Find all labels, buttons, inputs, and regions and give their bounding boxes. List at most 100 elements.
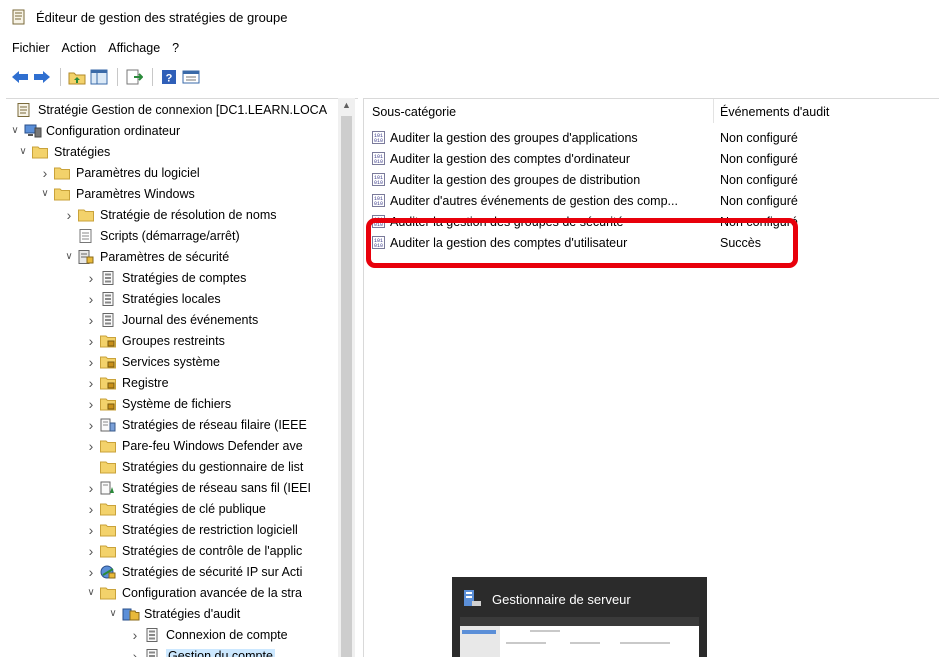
tree-node[interactable]: ∨ Stratégies d'audit xyxy=(106,603,240,624)
help-icon[interactable]: ? xyxy=(159,67,179,87)
tree-node[interactable]: › Système de fichiers xyxy=(84,393,231,414)
tree-node[interactable]: › Stratégies de réseau sans fil (IEEI xyxy=(84,477,311,498)
chevron-right-icon[interactable]: › xyxy=(84,522,98,538)
chevron-down-icon[interactable]: ∨ xyxy=(62,250,76,264)
script-icon xyxy=(78,228,94,243)
tree-node[interactable]: › Stratégie de résolution de noms xyxy=(62,204,277,225)
doc-icon xyxy=(100,270,116,285)
up-folder-icon[interactable] xyxy=(67,67,87,87)
tree-node[interactable]: › Pare-feu Windows Defender ave xyxy=(84,435,303,456)
chevron-right-icon[interactable]: › xyxy=(84,312,98,328)
folder-icon xyxy=(100,460,116,474)
chevron-down-icon[interactable]: ∨ xyxy=(106,607,120,621)
tree-node[interactable]: › Connexion de compte xyxy=(128,624,288,645)
menu-action[interactable]: Action xyxy=(62,41,97,55)
chevron-right-icon[interactable]: › xyxy=(84,270,98,286)
tree-node[interactable]: › Registre xyxy=(84,372,169,393)
svg-text:010: 010 xyxy=(374,201,383,207)
tree-node-label: Paramètres de sécurité xyxy=(100,249,230,264)
forward-arrow-icon[interactable] xyxy=(32,67,52,87)
column-header-audit-events[interactable]: Événements d'audit xyxy=(720,105,829,119)
scrollbar-thumb[interactable] xyxy=(341,116,352,657)
chevron-right-icon[interactable]: › xyxy=(38,165,52,181)
show-hide-tree-icon[interactable] xyxy=(89,67,109,87)
folder-icon xyxy=(78,208,94,222)
tree-node[interactable]: › Paramètres du logiciel xyxy=(38,162,200,183)
chevron-right-icon[interactable]: › xyxy=(128,627,142,643)
tree-node[interactable]: › Gestion du compte xyxy=(128,645,275,657)
chevron-right-icon[interactable]: › xyxy=(84,396,98,412)
tree-node-label: Registre xyxy=(122,375,169,390)
audit-events-value: Non configuré xyxy=(720,193,798,208)
tree-scrollbar[interactable]: ▲ xyxy=(338,98,355,657)
view-icon[interactable] xyxy=(181,67,201,87)
column-header-subcategory[interactable]: Sous-catégorie xyxy=(372,105,456,119)
chevron-right-icon[interactable]: › xyxy=(84,543,98,559)
toolbar-separator xyxy=(117,68,118,86)
tree-node[interactable]: › Stratégies de sécurité IP sur Acti xyxy=(84,561,303,582)
tree-node[interactable]: › Services système xyxy=(84,351,220,372)
list-item[interactable]: 101 010 Auditer d'autres événements de ges… xyxy=(372,190,932,211)
tree-node[interactable]: › Stratégies de clé publique xyxy=(84,498,266,519)
tree-node[interactable]: › Stratégies de contrôle de l'applic xyxy=(84,540,303,561)
chevron-right-icon[interactable]: › xyxy=(84,438,98,454)
chevron-right-icon[interactable]: › xyxy=(84,333,98,349)
tree-node-label: Stratégies de réseau filaire (IEEE xyxy=(122,417,307,432)
tree-node[interactable]: ∨ Paramètres Windows xyxy=(38,183,194,204)
folder-icon xyxy=(100,439,116,453)
chevron-down-icon[interactable]: ∨ xyxy=(84,586,98,600)
list-item[interactable]: 101 010 Auditer la gestion des groupes de … xyxy=(372,169,932,190)
chevron-right-icon[interactable]: › xyxy=(62,207,76,223)
tree-node-label: Stratégies xyxy=(54,144,111,159)
taskbar-thumbnail-preview[interactable]: Gestionnaire de serveur xyxy=(452,577,707,657)
chevron-right-icon[interactable]: › xyxy=(84,354,98,370)
menu-fichier[interactable]: Fichier xyxy=(12,41,50,55)
audit-events-value: Non configuré xyxy=(720,151,798,166)
tree-node-label: Scripts (démarrage/arrêt) xyxy=(100,228,240,243)
tree-node[interactable]: › Journal des événements xyxy=(84,309,259,330)
list-item[interactable]: 101 010 Auditer la gestion des groupes d'a… xyxy=(372,127,932,148)
chevron-down-icon[interactable]: ∨ xyxy=(8,124,22,138)
tree-node[interactable]: ∨ Configuration avancée de la stra xyxy=(84,582,302,603)
tree-node[interactable]: › Stratégies de comptes xyxy=(84,267,247,288)
chevron-right-icon[interactable]: › xyxy=(84,291,98,307)
toolbar-separator xyxy=(60,68,61,86)
tree-node[interactable]: › Stratégies de restriction logiciell xyxy=(84,519,298,540)
tree-node[interactable]: › Groupes restreints xyxy=(84,330,225,351)
chevron-down-icon[interactable]: ∨ xyxy=(38,187,52,201)
menu-help[interactable]: ? xyxy=(172,41,179,55)
highlight-annotation xyxy=(366,218,798,268)
chevron-right-icon[interactable]: › xyxy=(84,375,98,391)
tree-node-label: Stratégies de comptes xyxy=(122,270,247,285)
tree-node[interactable]: › Stratégies de réseau filaire (IEEE xyxy=(84,414,307,435)
chevron-right-icon[interactable]: › xyxy=(84,417,98,433)
column-divider[interactable] xyxy=(713,99,714,123)
chevron-right-icon[interactable]: › xyxy=(84,480,98,496)
tree-pane: Stratégie Gestion de connexion [DC1.LEAR… xyxy=(6,98,358,657)
chevron-down-icon[interactable]: ∨ xyxy=(16,145,30,159)
tree-node[interactable]: › Stratégies locales xyxy=(84,288,221,309)
export-list-icon[interactable] xyxy=(124,67,144,87)
tree-node-label: Stratégies de contrôle de l'applic xyxy=(122,543,303,558)
group-policy-editor-icon xyxy=(12,9,26,25)
chevron-right-icon[interactable]: › xyxy=(84,501,98,517)
tree-node[interactable]: ∨ Paramètres de sécurité xyxy=(62,246,229,267)
tree-node[interactable]: ∨ Stratégies xyxy=(16,141,110,162)
chevron-right-icon[interactable]: › xyxy=(84,564,98,580)
doc-icon xyxy=(100,291,116,306)
folder-icon xyxy=(100,586,116,600)
tree-node[interactable]: ∨ Configuration ordinateur xyxy=(8,120,180,141)
preview-header: Gestionnaire de serveur xyxy=(462,589,631,610)
list-item[interactable]: 101 010 Auditer la gestion des comptes d'o… xyxy=(372,148,932,169)
tree-node[interactable]: Stratégies du gestionnaire de list xyxy=(84,456,303,477)
tree-node[interactable]: Stratégie Gestion de connexion [DC1.LEAR… xyxy=(8,99,327,120)
chevron-right-icon[interactable]: › xyxy=(128,648,142,657)
menu-affichage[interactable]: Affichage xyxy=(108,41,160,55)
back-arrow-icon[interactable] xyxy=(10,67,30,87)
tree-node[interactable]: Scripts (démarrage/arrêt) xyxy=(62,225,240,246)
scroll-up-icon[interactable]: ▲ xyxy=(342,100,351,110)
tree-node-label: Groupes restreints xyxy=(122,333,225,348)
tree-node-label: Stratégie de résolution de noms xyxy=(100,207,277,222)
menu-bar: Fichier Action Affichage ? xyxy=(0,38,191,58)
